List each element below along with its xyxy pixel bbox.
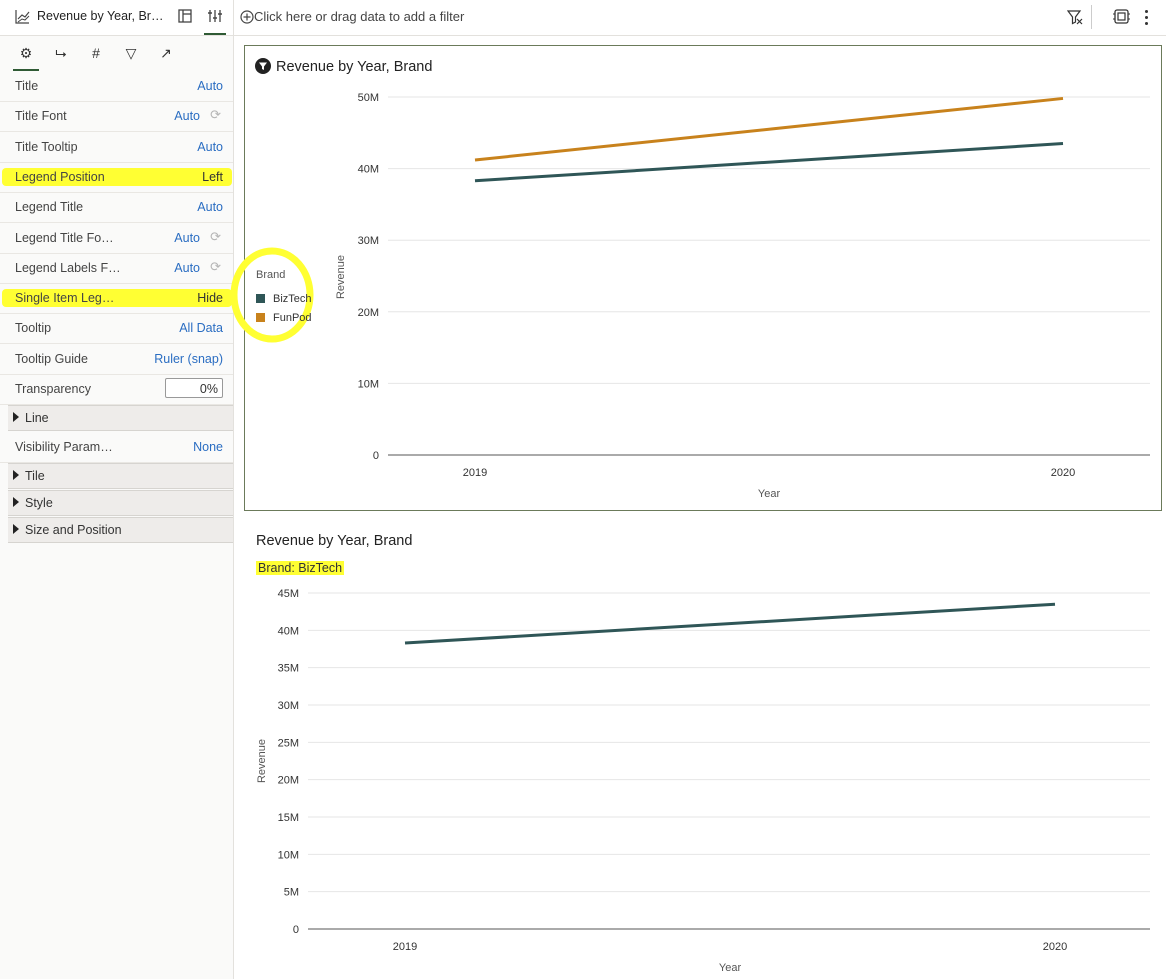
add-circle-icon[interactable] (240, 10, 254, 24)
filter-funnel-icon[interactable] (255, 58, 271, 74)
property-value[interactable]: Auto (197, 140, 223, 154)
property-label: Tooltip (15, 321, 52, 336)
y-tick-label: 25M (278, 737, 299, 749)
section-line[interactable]: Line (8, 405, 233, 431)
y-axis-label: Revenue (256, 739, 268, 783)
section-style[interactable]: Style (8, 490, 233, 516)
section-label: Style (25, 496, 53, 510)
property-row[interactable]: Single Item Leg… Hide (0, 283, 233, 315)
panel-header: Revenue by Year, Br… (0, 0, 233, 36)
filter-placeholder[interactable]: Click here or drag data to add a filter (254, 9, 464, 24)
property-row[interactable]: Legend Position Left (0, 162, 233, 193)
properties-panel: Revenue by Year, Br… ⚙ ⮡ # ▽ ↗ Title Auto… (0, 0, 234, 979)
property-value[interactable]: Left (202, 170, 223, 184)
properties-sliders-icon[interactable] (207, 8, 223, 24)
active-tab-indicator (204, 33, 226, 35)
analytics-tab-trend-icon[interactable]: ↗ (155, 44, 177, 62)
property-row[interactable]: Legend Title Auto (0, 192, 233, 224)
y-tick-label: 20M (278, 775, 299, 787)
y-tick-label: 5M (284, 887, 299, 899)
section-label: Size and Position (25, 523, 122, 537)
toolbar-divider (1091, 5, 1092, 29)
chart-tile-selected[interactable]: Revenue by Year, Brand (244, 45, 1162, 511)
y-tick-label: 35M (278, 663, 299, 675)
transparency-input[interactable]: 0% (165, 378, 223, 398)
property-label: Transparency (15, 382, 91, 396)
property-label: Legend Labels F… (15, 260, 121, 275)
filter-settings-icon[interactable] (1067, 9, 1083, 25)
x-axis-label: Year (719, 962, 742, 974)
property-tabs: ⚙ ⮡ # ▽ ↗ (0, 36, 233, 71)
property-row[interactable]: Title Font Auto ⟳ (0, 101, 233, 133)
property-label: Legend Title Fo… (15, 230, 114, 245)
property-row-visibility[interactable]: Visibility Param… None (0, 432, 233, 463)
x-tick-label: 2020 (1043, 941, 1067, 953)
caret-right-icon (13, 524, 19, 534)
more-options-icon[interactable] (1145, 9, 1149, 25)
section-label: Line (25, 411, 49, 425)
property-value[interactable]: None (193, 440, 223, 454)
axis-tab-icon[interactable]: ⮡ (50, 44, 72, 62)
y-tick-label: 15M (278, 812, 299, 824)
y-tick-label: 10M (278, 849, 299, 861)
property-label: Title (15, 79, 39, 93)
caret-right-icon (13, 412, 19, 422)
section-label: Tile (25, 469, 45, 483)
property-label: Tooltip Guide (15, 351, 88, 366)
general-tab-gear-icon[interactable]: ⚙ (13, 44, 39, 71)
x-tick-label: 2019 (393, 941, 417, 953)
property-row[interactable]: Title Tooltip Auto (0, 132, 233, 163)
y-tick-label: 45M (278, 588, 299, 600)
property-row[interactable]: Tooltip All Data (0, 313, 233, 345)
property-value[interactable]: All Data (179, 321, 223, 335)
data-layout-icon[interactable] (177, 8, 193, 24)
visualization-title: Revenue by Year, Br… (37, 9, 164, 23)
property-label: Title Font (15, 109, 67, 124)
y-tick-label: 40M (278, 625, 299, 637)
property-value[interactable]: Auto (197, 79, 223, 93)
caret-right-icon (13, 470, 19, 480)
property-row[interactable]: Tooltip Guide Ruler (snap) (0, 344, 233, 375)
chart-title: Revenue by Year, Brand (276, 59, 433, 75)
values-tab-hash-icon[interactable]: # (85, 44, 107, 62)
section-size-and-position[interactable]: Size and Position (8, 517, 233, 543)
series-line-biztech (404, 602, 1056, 645)
section-tile[interactable]: Tile (8, 463, 233, 489)
reset-icon[interactable]: ⟳ (210, 259, 221, 275)
property-value[interactable]: Hide (197, 291, 223, 305)
reset-icon[interactable]: ⟳ (210, 107, 221, 123)
property-label: Legend Position (15, 169, 105, 184)
property-label: Legend Title (15, 200, 84, 215)
chart-2-subtitle: Brand: BizTech (256, 561, 345, 575)
chart-2-title: Revenue by Year, Brand (256, 533, 413, 549)
property-label: Title Tooltip (15, 139, 78, 154)
caret-right-icon (13, 497, 19, 507)
property-value[interactable]: Auto (174, 109, 200, 123)
property-row-transparency: Transparency 0% (0, 374, 233, 405)
line-chart-icon (15, 10, 30, 24)
property-value[interactable]: Auto (197, 200, 223, 214)
y-tick-label: 0 (293, 924, 299, 936)
filter-bar[interactable]: Click here or drag data to add a filter (234, 0, 1166, 36)
y-tick-label: 30M (278, 700, 299, 712)
property-label: Single Item Leg… (15, 291, 115, 306)
property-value[interactable]: Auto (174, 231, 200, 245)
property-value[interactable]: Ruler (snap) (154, 352, 223, 366)
filter-tab-icon[interactable]: ▽ (120, 44, 142, 62)
property-label: Visibility Param… (15, 440, 113, 454)
property-row[interactable]: Legend Labels F… Auto ⟳ (0, 253, 233, 284)
reset-icon[interactable]: ⟳ (210, 229, 221, 245)
property-row[interactable]: Title Auto (0, 71, 233, 102)
auto-apply-icon[interactable] (1113, 8, 1130, 25)
property-row[interactable]: Legend Title Fo… Auto ⟳ (0, 223, 233, 254)
property-value[interactable]: Auto (174, 261, 200, 275)
